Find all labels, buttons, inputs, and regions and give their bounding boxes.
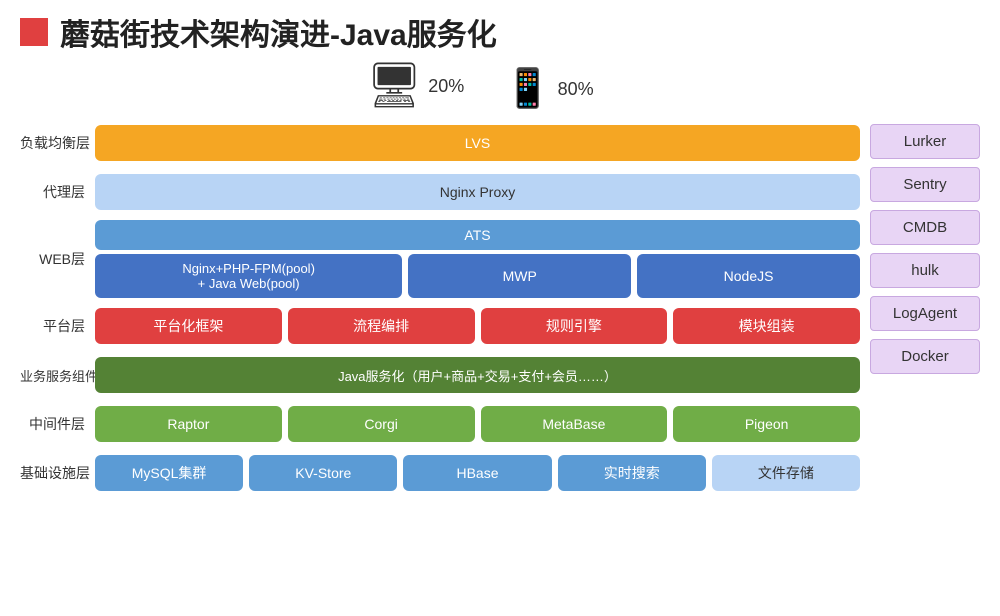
label-infra: 基础设施层 <box>20 463 95 483</box>
row-business: 业务服务组件层 Java服务化（用户+商品+交易+支付+会员……） <box>20 353 860 397</box>
platform-box-0: 平台化框架 <box>95 308 282 344</box>
metabase-box: MetaBase <box>481 406 668 442</box>
content-proxy: Nginx Proxy <box>95 174 860 210</box>
nodejs-box: NodeJS <box>637 254 860 298</box>
ats-box: ATS <box>95 220 860 250</box>
content-web: ATS Nginx+PHP-FPM(pool) + Java Web(pool)… <box>95 220 860 298</box>
row-infra: 基础设施层 MySQL集群 KV-Store HBase 实时搜索 文件存储 <box>20 451 860 495</box>
content-infra: MySQL集群 KV-Store HBase 实时搜索 文件存储 <box>95 455 860 491</box>
right-sidebar: Lurker Sentry CMDB hulk LogAgent Docker <box>870 64 980 606</box>
nginx-php-box: Nginx+PHP-FPM(pool) + Java Web(pool) <box>95 254 402 298</box>
realtime-search-box: 实时搜索 <box>558 455 706 491</box>
label-web: WEB层 <box>20 249 95 269</box>
content-area: 🖥 20% 📱 80% 负载均衡层 LVS 代理层 Nginx Pr <box>20 64 980 606</box>
monitor-icon: 🖥 <box>366 64 422 108</box>
title-square-icon <box>20 18 48 46</box>
platform-box-3: 模块组装 <box>673 308 860 344</box>
label-lvs: 负载均衡层 <box>20 133 95 153</box>
hbase-box: HBase <box>403 455 551 491</box>
platform-box-1: 流程编排 <box>288 308 475 344</box>
page: 蘑菇街技术架构演进-Java服务化 🖥 20% 📱 80% 负载均衡层 L <box>0 0 1000 616</box>
row-lvs: 负载均衡层 LVS <box>20 121 860 165</box>
row-middleware: 中间件层 Raptor Corgi MetaBase Pigeon <box>20 402 860 446</box>
phone-icon: 📱 <box>504 70 551 108</box>
sidebar-cmdb: CMDB <box>870 210 980 245</box>
sidebar-sentry: Sentry <box>870 167 980 202</box>
file-storage-box: 文件存储 <box>712 455 860 491</box>
lvs-box: LVS <box>95 125 860 161</box>
web-container: ATS Nginx+PHP-FPM(pool) + Java Web(pool)… <box>95 220 860 298</box>
java-service-box: Java服务化（用户+商品+交易+支付+会员……） <box>95 357 860 393</box>
content-lvs: LVS <box>95 125 860 161</box>
nginx-proxy-box: Nginx Proxy <box>95 174 860 210</box>
monitor-label: 20% <box>428 76 464 97</box>
phone-item: 📱 80% <box>504 70 593 108</box>
row-proxy: 代理层 Nginx Proxy <box>20 170 860 214</box>
label-proxy: 代理层 <box>20 182 95 202</box>
sidebar-hulk: hulk <box>870 253 980 288</box>
label-business: 业务服务组件层 <box>20 366 95 385</box>
mwp-box: MWP <box>408 254 631 298</box>
pigeon-box: Pigeon <box>673 406 860 442</box>
corgi-box: Corgi <box>288 406 475 442</box>
label-platform: 平台层 <box>20 316 95 336</box>
mysql-box: MySQL集群 <box>95 455 243 491</box>
sidebar-logagent: LogAgent <box>870 296 980 331</box>
page-title: 蘑菇街技术架构演进-Java服务化 <box>60 10 497 54</box>
kvstore-box: KV-Store <box>249 455 397 491</box>
monitor-item: 🖥 20% <box>366 64 464 108</box>
sidebar-docker: Docker <box>870 339 980 374</box>
platform-box-2: 规则引擎 <box>481 308 668 344</box>
row-web: WEB层 ATS Nginx+PHP-FPM(pool) + Java Web(… <box>20 219 860 299</box>
sidebar-lurker: Lurker <box>870 124 980 159</box>
title-row: 蘑菇街技术架构演进-Java服务化 <box>20 10 980 54</box>
content-business: Java服务化（用户+商品+交易+支付+会员……） <box>95 357 860 393</box>
content-platform: 平台化框架 流程编排 规则引擎 模块组装 <box>95 308 860 344</box>
content-middleware: Raptor Corgi MetaBase Pigeon <box>95 406 860 442</box>
icons-row: 🖥 20% 📱 80% <box>20 64 860 108</box>
phone-label: 80% <box>558 79 594 100</box>
main-diagram: 🖥 20% 📱 80% 负载均衡层 LVS 代理层 Nginx Pr <box>20 64 870 606</box>
label-middleware: 中间件层 <box>20 414 95 434</box>
row-platform: 平台层 平台化框架 流程编排 规则引擎 模块组装 <box>20 304 860 348</box>
web-bottom-row: Nginx+PHP-FPM(pool) + Java Web(pool) MWP… <box>95 254 860 298</box>
raptor-box: Raptor <box>95 406 282 442</box>
